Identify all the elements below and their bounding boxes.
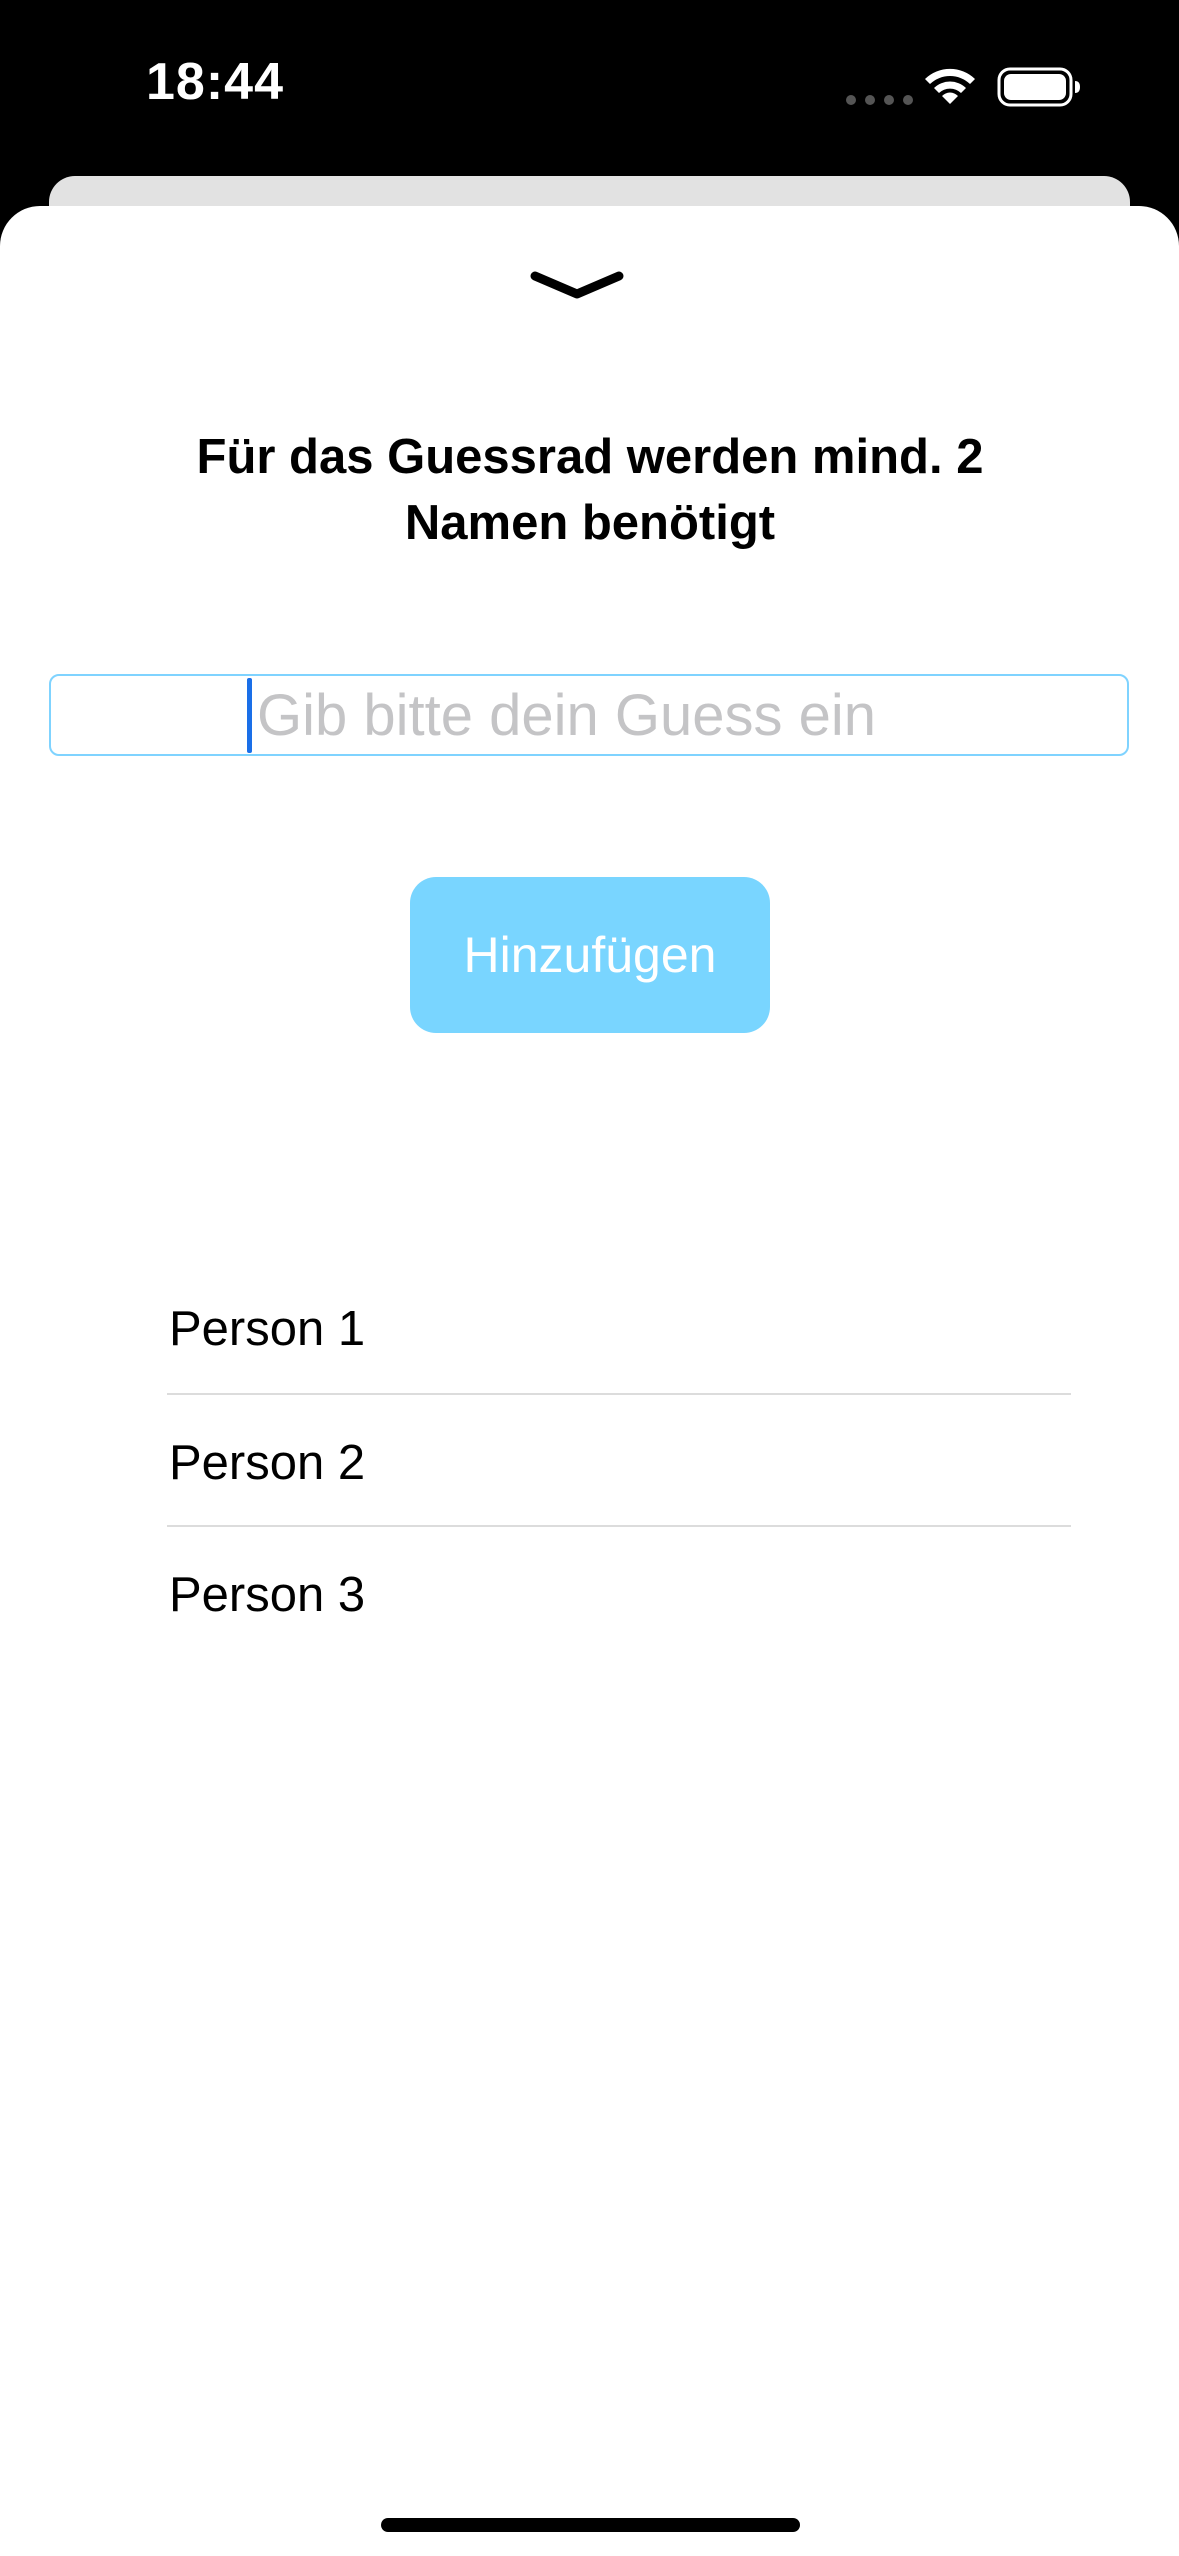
list-item[interactable]: Person 2 — [167, 1393, 1071, 1525]
status-bar: 18:44 — [0, 0, 1179, 175]
list-item[interactable]: Person 1 — [167, 1261, 1071, 1393]
home-indicator[interactable] — [381, 2518, 800, 2532]
status-time: 18:44 — [146, 53, 284, 111]
battery-icon — [997, 67, 1080, 107]
add-button[interactable]: Hinzufügen — [410, 877, 770, 1033]
list-item[interactable]: Person 3 — [167, 1525, 1071, 1657]
modal-sheet: Für das Guessrad werden mind. 2 Namen be… — [0, 206, 1179, 2556]
guess-input-field[interactable] — [49, 674, 1129, 756]
text-caret — [247, 678, 252, 753]
sheet-title: Für das Guessrad werden mind. 2 Namen be… — [196, 430, 984, 550]
list-item-label: Person 2 — [169, 1436, 366, 1490]
wifi-icon — [925, 68, 975, 104]
list-item-label: Person 1 — [169, 1302, 366, 1356]
cellular-signal-icon — [846, 95, 913, 105]
chevron-down-icon[interactable] — [529, 268, 625, 304]
list-item-label: Person 3 — [169, 1568, 366, 1622]
screen: 18:44 Für das Guessrad werden mind. 2 Na… — [0, 0, 1179, 2556]
names-list: Person 1 Person 2 Person 3 — [167, 1261, 1071, 1657]
guess-input[interactable] — [247, 676, 1107, 754]
